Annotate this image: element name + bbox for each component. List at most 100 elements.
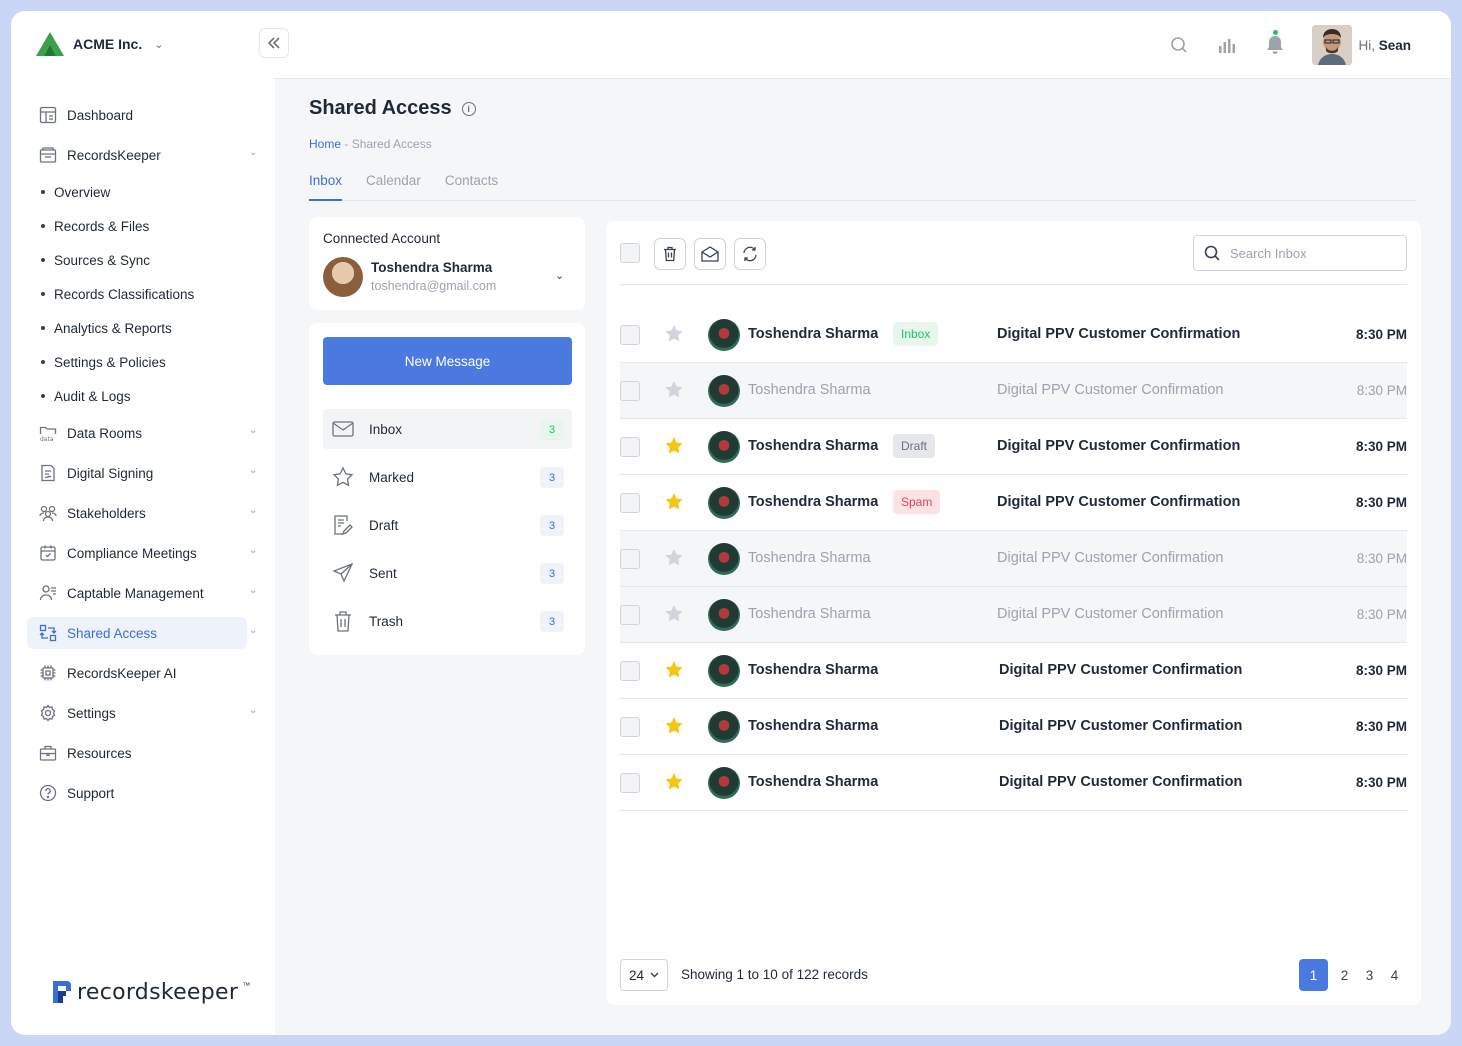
- bullet-icon: [41, 190, 45, 194]
- tab-inbox[interactable]: Inbox: [309, 169, 343, 201]
- send-icon: [331, 561, 355, 585]
- row-checkbox[interactable]: [620, 773, 640, 793]
- folder-sent[interactable]: Sent 3: [323, 553, 572, 593]
- new-message-button[interactable]: New Message: [323, 337, 572, 385]
- delete-button[interactable]: [654, 238, 686, 270]
- mail-row[interactable]: Toshendra Sharma Digital PPV Customer Co…: [620, 755, 1407, 811]
- search-box[interactable]: [1193, 235, 1407, 271]
- org-switcher[interactable]: ACME Inc. ⌄: [35, 31, 163, 57]
- help-icon: [38, 783, 58, 803]
- row-checkbox[interactable]: [620, 549, 640, 569]
- avatar: [708, 599, 740, 631]
- star-icon[interactable]: [664, 772, 684, 792]
- breadcrumb-home-link[interactable]: Home: [309, 137, 341, 151]
- search-icon[interactable]: [1168, 34, 1190, 56]
- bullet-icon: [41, 360, 45, 364]
- tab-calendar[interactable]: Calendar: [366, 169, 421, 201]
- page-button-4[interactable]: 4: [1382, 959, 1407, 991]
- row-checkbox[interactable]: [620, 661, 640, 681]
- sidebar-subitem-records-classifications[interactable]: Records Classifications: [27, 281, 267, 307]
- folder-count-badge: 3: [540, 467, 564, 488]
- row-checkbox[interactable]: [620, 493, 640, 513]
- folder-inbox[interactable]: Inbox 3: [323, 409, 572, 449]
- trademark-mark: ™: [242, 981, 251, 990]
- mail-row[interactable]: Toshendra Sharma Digital PPV Customer Co…: [620, 587, 1407, 643]
- mail-toolbar: [620, 235, 1407, 285]
- mail-row[interactable]: Toshendra Sharma Inbox Digital PPV Custo…: [620, 307, 1407, 363]
- star-icon[interactable]: [664, 324, 684, 344]
- tab-contacts[interactable]: Contacts: [445, 169, 498, 201]
- page-title: Shared Access i: [309, 97, 476, 120]
- mail-row[interactable]: Toshendra Sharma Digital PPV Customer Co…: [620, 363, 1407, 419]
- page-size-value: 24: [628, 967, 645, 983]
- row-checkbox[interactable]: [620, 605, 640, 625]
- select-all-checkbox[interactable]: [620, 243, 640, 263]
- mark-read-button[interactable]: [694, 238, 726, 270]
- chevron-down-icon[interactable]: ⌄: [555, 269, 564, 282]
- mail-subject: Digital PPV Customer Confirmation: [997, 326, 1241, 342]
- sidebar-item-data-rooms[interactable]: data Data Rooms ⌄: [27, 417, 267, 449]
- sidebar-subitem-audit-logs[interactable]: Audit & Logs: [27, 383, 267, 409]
- star-icon: [331, 465, 355, 489]
- row-checkbox[interactable]: [620, 717, 640, 737]
- row-checkbox[interactable]: [620, 437, 640, 457]
- star-icon[interactable]: [664, 548, 684, 568]
- sidebar-subitem-analytics-reports[interactable]: Analytics & Reports: [27, 315, 267, 341]
- breadcrumb-current: Shared Access: [351, 137, 432, 151]
- sidebar-subitem-sources-sync[interactable]: Sources & Sync: [27, 247, 267, 273]
- mail-row[interactable]: Toshendra Sharma Draft Digital PPV Custo…: [620, 419, 1407, 475]
- star-icon[interactable]: [664, 716, 684, 736]
- sidebar-subitem-label: Analytics & Reports: [54, 320, 172, 336]
- folder-trash[interactable]: Trash 3: [323, 601, 572, 641]
- refresh-button[interactable]: [734, 238, 766, 270]
- star-icon[interactable]: [664, 436, 684, 456]
- label-badge-spam: Spam: [893, 490, 941, 514]
- page-button-3[interactable]: 3: [1357, 959, 1382, 991]
- page-title-text: Shared Access: [309, 97, 452, 119]
- collapse-sidebar-button[interactable]: [259, 28, 289, 58]
- connected-account-card[interactable]: Connected Account Toshendra Sharma toshe…: [309, 217, 585, 310]
- logo-wordmark: recordskeeper: [77, 979, 239, 1005]
- star-icon[interactable]: [664, 660, 684, 680]
- sidebar-item-recordskeeper[interactable]: RecordsKeeper ⌄: [27, 139, 267, 171]
- mail-row[interactable]: Toshendra Sharma Spam Digital PPV Custom…: [620, 475, 1407, 531]
- chevron-down-icon: ⌄: [249, 625, 258, 636]
- row-checkbox[interactable]: [620, 325, 640, 345]
- sidebar-item-label: Support: [67, 785, 115, 801]
- row-checkbox[interactable]: [620, 381, 640, 401]
- notification-bell-icon[interactable]: [1264, 30, 1286, 56]
- sidebar-item-settings[interactable]: Settings ⌄: [27, 697, 267, 729]
- sidebar-item-dashboard[interactable]: Dashboard: [27, 99, 267, 131]
- chevron-down-icon: ⌄: [249, 505, 258, 516]
- star-icon[interactable]: [664, 380, 684, 400]
- sidebar-item-digital-signing[interactable]: Digital Signing ⌄: [27, 457, 267, 489]
- info-icon[interactable]: i: [461, 101, 476, 116]
- star-icon[interactable]: [664, 492, 684, 512]
- folder-draft[interactable]: Draft 3: [323, 505, 572, 545]
- sidebar-item-stakeholders[interactable]: Stakeholders ⌄: [27, 497, 267, 529]
- mail-row[interactable]: Toshendra Sharma Digital PPV Customer Co…: [620, 531, 1407, 587]
- folder-marked[interactable]: Marked 3: [323, 457, 572, 497]
- sidebar-subitem-overview[interactable]: Overview: [27, 179, 267, 205]
- sidebar-item-resources[interactable]: Resources: [27, 737, 267, 769]
- sidebar-item-shared-access[interactable]: Shared Access ⌄: [27, 617, 257, 649]
- page-size-select[interactable]: 24: [620, 959, 668, 991]
- sidebar-subitem-label: Sources & Sync: [54, 252, 151, 268]
- org-name: ACME Inc.: [73, 36, 143, 52]
- data-rooms-icon: data: [38, 423, 58, 443]
- sidebar-item-compliance-meetings[interactable]: Compliance Meetings ⌄: [27, 537, 267, 569]
- page-button-1[interactable]: 1: [1299, 959, 1328, 991]
- search-input[interactable]: [1230, 245, 1390, 261]
- user-menu[interactable]: Hi, Sean: [1312, 25, 1411, 65]
- analytics-icon[interactable]: [1216, 34, 1238, 56]
- page-button-2[interactable]: 2: [1332, 959, 1357, 991]
- star-icon[interactable]: [664, 604, 684, 624]
- sidebar-subitem-settings-policies[interactable]: Settings & Policies: [27, 349, 267, 375]
- sidebar-item-captable-management[interactable]: Captable Management ⌄: [27, 577, 267, 609]
- mail-row[interactable]: Toshendra Sharma Digital PPV Customer Co…: [620, 643, 1407, 699]
- mail-row[interactable]: Toshendra Sharma Digital PPV Customer Co…: [620, 699, 1407, 755]
- sender-name: Toshendra Sharma: [748, 774, 879, 790]
- sidebar-item-recordskeeper-ai[interactable]: RecordsKeeper AI: [27, 657, 267, 689]
- sidebar-item-support[interactable]: Support: [27, 777, 267, 809]
- sidebar-subitem-records-files[interactable]: Records & Files: [27, 213, 267, 239]
